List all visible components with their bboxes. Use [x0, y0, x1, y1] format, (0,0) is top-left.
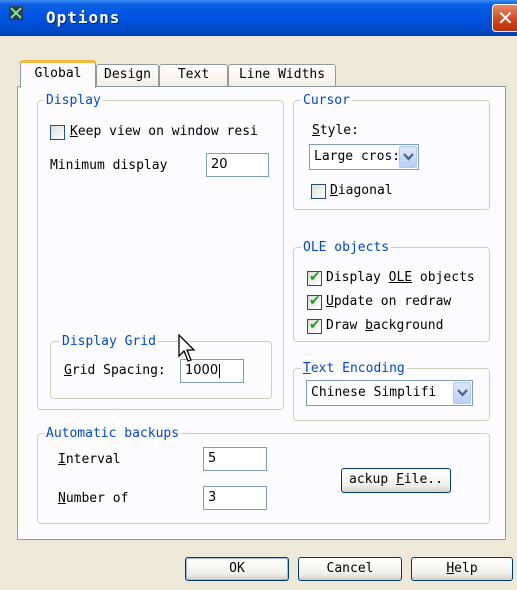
- update-redraw-checkbox[interactable]: ✔: [307, 293, 322, 310]
- interval-input[interactable]: 5: [203, 447, 267, 471]
- window-title: Options: [46, 8, 121, 27]
- text-encoding-legend: Text Encoding: [301, 361, 407, 376]
- tab-design[interactable]: Design: [96, 64, 159, 86]
- display-grid-legend: Display Grid: [60, 334, 158, 349]
- close-icon: ✕: [497, 6, 514, 30]
- dropdown-arrow-icon[interactable]: [453, 382, 471, 404]
- text-encoding-value: Chinese Simplifi: [311, 385, 437, 400]
- display-legend: Display: [44, 93, 103, 108]
- checkmark-icon: ✔: [309, 317, 321, 333]
- cursor-style-select[interactable]: Large cros:: [309, 144, 419, 170]
- ole-objects-legend: OLE objects: [301, 240, 392, 255]
- help-button[interactable]: Help: [411, 557, 513, 581]
- min-display-label: Minimum display: [50, 158, 168, 173]
- diagonal-label: Diagonal: [330, 183, 393, 198]
- style-label: Style:: [312, 123, 359, 138]
- number-of-input[interactable]: 3: [203, 486, 267, 510]
- cancel-button[interactable]: Cancel: [298, 557, 402, 581]
- cursor-legend: Cursor: [301, 93, 352, 108]
- update-redraw-label: Update on redraw: [326, 294, 452, 309]
- checkmark-icon: ✔: [309, 269, 321, 285]
- mouse-pointer-icon: [178, 334, 196, 362]
- tab-line-widths[interactable]: Line Widths: [228, 64, 336, 86]
- options-dialog: Options ✕ Global Design Text Line Widths…: [0, 0, 517, 590]
- display-ole-checkbox[interactable]: ✔: [307, 269, 322, 286]
- display-ole-label: Display OLE objects: [326, 270, 475, 285]
- text-encoding-select[interactable]: Chinese Simplifi: [306, 380, 473, 406]
- min-display-input[interactable]: 20: [206, 153, 269, 177]
- automatic-backups-legend: Automatic backups: [44, 426, 182, 441]
- backup-file-button[interactable]: ackup File..: [341, 468, 451, 493]
- tab-global[interactable]: Global: [20, 60, 96, 88]
- text-caret: [219, 363, 221, 378]
- ok-button[interactable]: OK: [185, 557, 289, 581]
- number-of-label: Number of: [58, 491, 129, 506]
- checkmark-icon: ✔: [309, 293, 321, 309]
- dropdown-arrow-icon[interactable]: [399, 146, 417, 168]
- keep-view-label: Keep view on window resi: [70, 124, 258, 139]
- tab-text[interactable]: Text: [159, 64, 228, 86]
- grid-spacing-label: Grid Spacing:: [64, 363, 166, 378]
- title-bar[interactable]: Options ✕: [0, 0, 517, 36]
- draw-background-label: Draw background: [326, 318, 444, 333]
- close-button[interactable]: ✕: [492, 4, 517, 32]
- draw-background-checkbox[interactable]: ✔: [307, 317, 322, 334]
- diagonal-checkbox[interactable]: [311, 184, 326, 199]
- app-icon: [9, 6, 23, 20]
- cursor-style-value: Large cros:: [314, 149, 401, 164]
- keep-view-checkbox[interactable]: [50, 125, 65, 140]
- interval-label: Interval: [58, 452, 121, 467]
